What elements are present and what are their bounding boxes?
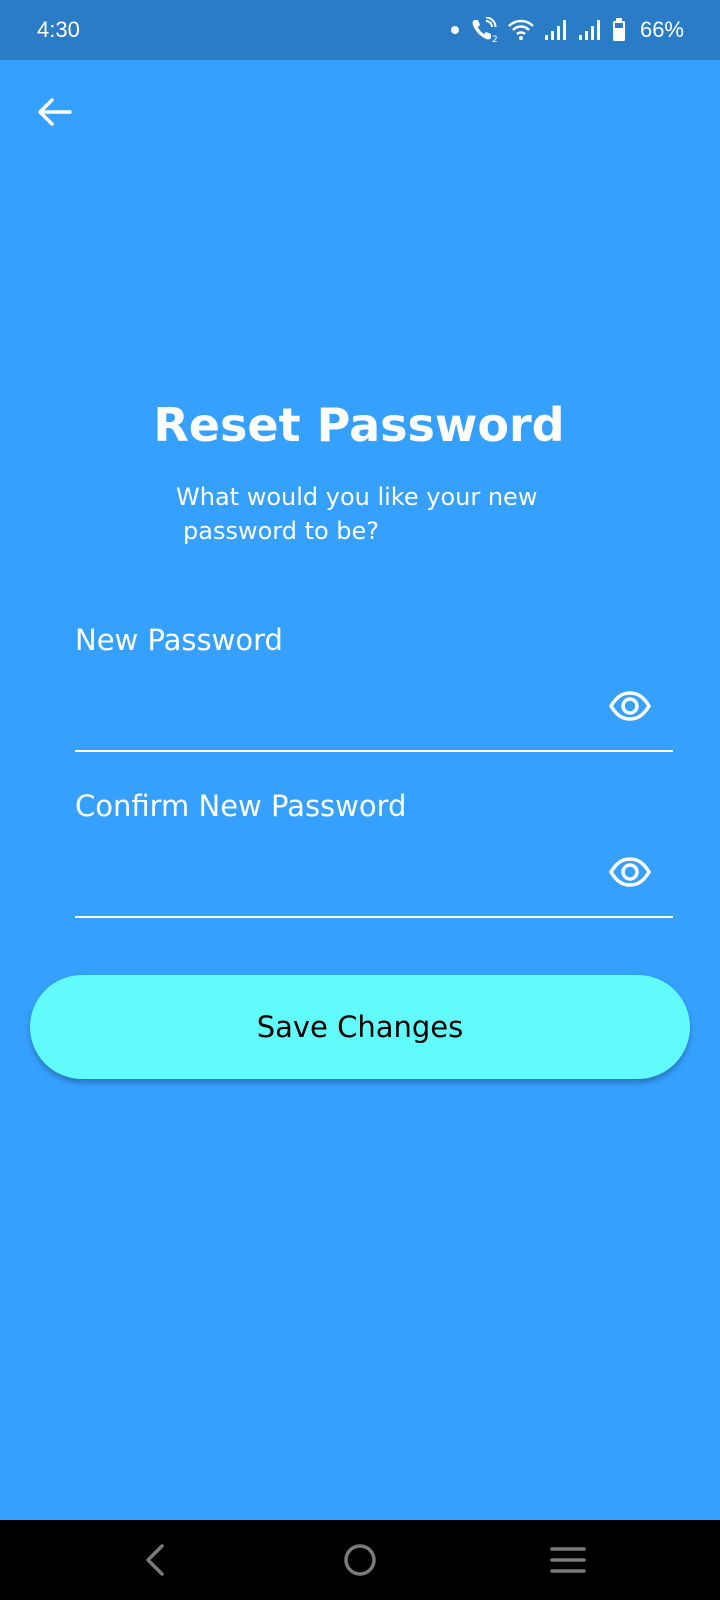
dot-icon [450, 26, 459, 34]
subtitle-line-2: password to be? [183, 517, 380, 545]
menu-lines-icon [550, 1547, 586, 1573]
new-password-underline [75, 750, 673, 752]
save-changes-button[interactable]: Save Changes [30, 975, 690, 1079]
battery-percent: 66% [639, 17, 684, 42]
home-circle-icon [344, 1544, 376, 1576]
back-button[interactable] [30, 88, 78, 136]
nav-back-button[interactable] [124, 1534, 184, 1586]
new-password-field: New Password [75, 622, 673, 754]
subtitle-line-1: What would you like your new [176, 483, 538, 511]
status-bar: 4:30 2 66% [0, 0, 720, 60]
confirm-password-underline [75, 916, 673, 918]
confirm-password-input[interactable] [75, 848, 605, 896]
nav-home-button[interactable] [330, 1534, 390, 1586]
page-title: Reset Password [153, 398, 565, 452]
confirm-password-label: Confirm New Password [75, 789, 407, 823]
eye-icon [609, 691, 651, 721]
arrow-left-icon [38, 98, 72, 126]
confirm-password-field: Confirm New Password [75, 788, 673, 920]
wifi-icon [508, 19, 534, 40]
status-time: 4:30 [37, 17, 80, 42]
new-password-input[interactable] [75, 682, 605, 730]
new-password-visibility-toggle[interactable] [607, 683, 653, 729]
status-icons: 2 66% [450, 17, 684, 43]
back-chevron-icon [146, 1544, 164, 1576]
signal-icon [578, 20, 600, 40]
system-nav-bar [0, 1520, 720, 1600]
eye-icon [609, 857, 651, 887]
page-subtitle: What would you like your new password to… [176, 480, 596, 548]
nav-recents-button[interactable] [538, 1534, 598, 1586]
new-password-label: New Password [75, 623, 283, 657]
signal-icon [544, 20, 566, 40]
wifi-call-icon: 2 [472, 17, 498, 43]
svg-text:2: 2 [492, 35, 498, 43]
battery-icon [612, 18, 625, 41]
confirm-password-visibility-toggle[interactable] [607, 849, 653, 895]
